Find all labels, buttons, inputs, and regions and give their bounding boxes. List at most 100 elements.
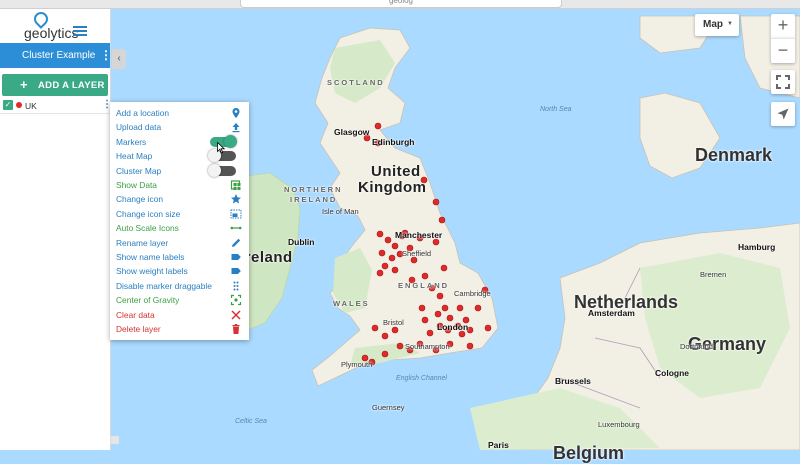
menu-item-delete-layer[interactable]: Delete layer [110, 322, 249, 336]
menu-item-label: Rename layer [116, 237, 169, 248]
menu-item-label: Add a location [116, 108, 170, 118]
map-label-celtic-sea: Celtic Sea [235, 418, 267, 425]
map-label-northern: NORTHERN [284, 185, 343, 194]
map-label-north-sea: North Sea [540, 106, 572, 113]
map-label-london: London [437, 322, 469, 332]
map-label-luxembourg: Luxembourg [598, 420, 640, 429]
add-layer-button[interactable]: + ADD A LAYER [2, 74, 108, 96]
menu-item-rename-layer[interactable]: Rename layer [110, 236, 249, 250]
menu-item-label: Upload data [116, 122, 162, 133]
menu-item-clear-data[interactable]: Clear data [110, 308, 249, 322]
close-x-icon [231, 310, 241, 320]
map-label-plymouth: Plymouth [341, 360, 373, 369]
hamburger-menu-icon[interactable] [73, 26, 87, 36]
menu-item-heat-map[interactable]: Heat Map [110, 149, 249, 163]
menu-item-label: Cluster Map [116, 165, 162, 176]
map-label-ireland-ni: IRELAND [290, 195, 338, 204]
map-label-english-channel: English Channel [396, 375, 447, 382]
layer-item-uk[interactable]: ✓ UK ⋮ [0, 99, 112, 114]
menu-item-label: Auto Scale Icons [116, 223, 179, 234]
menu-item-label: Show name labels [116, 252, 185, 262]
fullscreen-icon [776, 75, 790, 89]
layer-visibility-checkbox[interactable]: ✓ [3, 100, 13, 110]
app-logo: geolytics [22, 9, 102, 42]
menu-item-label: Delete layer [116, 324, 161, 334]
map-label-bremen: Bremen [700, 270, 727, 279]
menu-item-label: Show weight labels [116, 266, 188, 277]
collapse-sidebar-button[interactable]: ‹ [112, 49, 126, 69]
menu-item-label: Center of Gravity [116, 295, 180, 306]
map-label-bristol: Bristol [383, 318, 404, 327]
map-label-cambridge: Cambridge [454, 289, 491, 298]
map-label-glasgow: Glasgow [334, 127, 370, 137]
navigation-arrow-icon [777, 108, 789, 120]
trash-icon [232, 324, 240, 334]
browser-url-bar[interactable]: geolog [240, 0, 562, 8]
map-label-cologne: Cologne [655, 368, 689, 378]
menu-item-markers[interactable]: Markers [110, 134, 249, 149]
menu-item-label: Disable marker draggable [116, 280, 212, 291]
map-label-dortmund: Dortmund [680, 342, 713, 351]
plus-icon: + [20, 77, 28, 92]
map-label-manchester: Manchester [395, 230, 443, 240]
menu-item-label: Change icon [116, 194, 164, 205]
project-name: Cluster Example [22, 50, 96, 61]
map-type-label: Map [703, 19, 723, 30]
mouse-cursor-icon [217, 142, 225, 154]
menu-item-label: Show Data [116, 180, 157, 190]
map-label-brussels: Brussels [555, 376, 591, 386]
map-label-hamburg: Hamburg [738, 242, 776, 252]
fullscreen-button[interactable] [771, 70, 795, 94]
menu-item-center-of-gravity[interactable]: Center of Gravity [110, 293, 249, 307]
scrollbar-corner [111, 436, 119, 444]
star-icon [231, 194, 241, 204]
map-label-sheffield: Sheffield [402, 249, 432, 258]
table-icon [230, 180, 241, 190]
upload-icon [232, 123, 240, 133]
layer-context-menu: Add a location Upload data Markers Heat … [110, 102, 249, 340]
zoom-out-button[interactable]: − [771, 38, 795, 63]
menu-item-label: Heat Map [116, 151, 153, 162]
layer-name: UK [25, 101, 37, 111]
menu-item-label: Markers [116, 136, 147, 147]
chevron-left-icon: ‹ [117, 53, 121, 64]
resize-icon [230, 209, 242, 219]
map-label-england: ENGLAND [398, 281, 450, 290]
map-pin-icon [232, 108, 240, 118]
my-location-button[interactable] [771, 102, 795, 126]
pencil-icon [232, 238, 241, 247]
menu-item-upload-data[interactable]: Upload data [110, 120, 249, 134]
cluster-map-toggle[interactable] [208, 163, 236, 177]
project-selector[interactable]: Cluster Example ⋮ [0, 43, 112, 68]
menu-item-disable-marker-draggable[interactable]: Disable marker draggable [110, 279, 249, 293]
scale-arrows-icon [230, 226, 242, 230]
map-label-wales: WALES [333, 299, 370, 308]
project-more-icon[interactable]: ⋮ [100, 49, 112, 61]
map-label-belgium: Belgium [553, 443, 625, 463]
menu-item-cluster-map[interactable]: Cluster Map [110, 163, 249, 178]
zoom-in-button[interactable]: + [771, 14, 795, 38]
map-type-selector[interactable]: Map ▼ [695, 14, 739, 36]
menu-item-label: Change icon size [116, 208, 181, 219]
map-label-denmark: Denmark [695, 145, 773, 165]
map-label-southampton: Southampton [405, 342, 450, 351]
menu-item-show-name-labels[interactable]: Show name labels [110, 250, 249, 264]
map-label-kingdom: Kingdom [358, 179, 427, 196]
menu-item-auto-scale-icons[interactable]: Auto Scale Icons [110, 221, 249, 235]
menu-item-add-location[interactable]: Add a location [110, 106, 249, 120]
sidebar: geolytics Cluster Example ⋮ + ADD A LAYE… [0, 8, 112, 450]
menu-item-change-icon-size[interactable]: Change icon size [110, 207, 249, 221]
menu-item-label: Clear data [116, 309, 155, 320]
browser-chrome: geolog [0, 0, 800, 9]
map-label-dublin: Dublin [288, 237, 315, 247]
map-label-scotland: SCOTLAND [327, 78, 385, 87]
add-layer-label: ADD A LAYER [38, 80, 105, 91]
menu-item-show-data[interactable]: Show Data [110, 178, 249, 192]
map-label-paris: Paris [488, 440, 509, 450]
menu-item-show-weight-labels[interactable]: Show weight labels [110, 264, 249, 278]
map-label-united: United [371, 163, 421, 180]
menu-item-change-icon[interactable]: Change icon [110, 192, 249, 206]
map-label-isle-of-man: Isle of Man [322, 207, 359, 216]
map-label-amsterdam: Amsterdam [588, 308, 635, 318]
caret-down-icon: ▼ [727, 21, 733, 27]
